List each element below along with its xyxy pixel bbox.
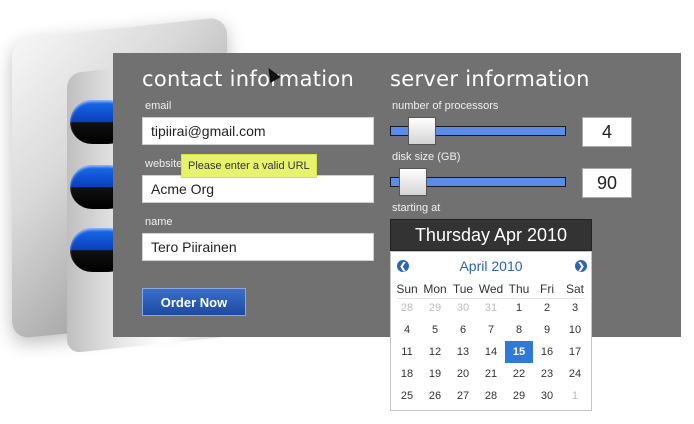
calendar-day[interactable]: 28 [477,385,505,407]
calendar-day[interactable]: 23 [533,363,561,385]
email-label: email [145,100,172,112]
calendar-day[interactable]: 30 [533,385,561,407]
calendar-grid: Sun Mon Tue Wed Thu Fri Sat 28 29 30 31 1 2 3 4 5 6 7 8 9 10… [393,281,589,407]
processors-label: number of processors [392,100,499,112]
calendar-day[interactable]: 14 [477,341,505,363]
calendar-day[interactable]: 6 [449,319,477,341]
website-field[interactable]: Acme Org [142,175,374,203]
processors-value[interactable]: 4 [582,117,632,147]
calendar-day[interactable]: 2 [533,297,561,319]
calendar-day[interactable]: 26 [421,385,449,407]
calendar-day[interactable]: 13 [449,341,477,363]
calendar-day[interactable]: 4 [393,319,421,341]
validation-tooltip: Please enter a valid URL [181,154,317,178]
calendar-day[interactable]: 9 [533,319,561,341]
calendar-day[interactable]: 28 [393,297,421,319]
disk-size-value[interactable]: 90 [582,168,632,198]
name-field[interactable]: Tero Piirainen [142,233,374,261]
calendar-day[interactable]: 5 [421,319,449,341]
calendar-day[interactable]: 8 [505,319,533,341]
calendar-day[interactable]: 11 [393,341,421,363]
start-date-input[interactable]: Thursday Apr 2010 [390,219,592,251]
calendar-day[interactable]: 3 [561,297,589,319]
chevron-right-icon[interactable]: ❯ [575,260,587,272]
calendar-day[interactable]: 1 [505,297,533,319]
calendar-day[interactable]: 22 [505,363,533,385]
calendar-day[interactable]: 12 [421,341,449,363]
calendar-weekday: Sun [396,282,418,296]
calendar-day[interactable]: 10 [561,319,589,341]
website-label: website [145,158,183,170]
calendar-day[interactable]: 21 [477,363,505,385]
calendar-day[interactable]: 16 [533,341,561,363]
calendar-weekday: Fri [540,282,554,296]
email-field[interactable]: tipiirai@gmail.com [142,117,374,145]
calendar-weekday: Sat [565,282,584,296]
calendar-day[interactable]: 17 [561,341,589,363]
calendar-day[interactable]: 19 [421,363,449,385]
contact-section-title: contact information [142,67,355,91]
disk-size-label: disk size (GB) [392,151,461,163]
order-now-button[interactable]: Order Now [142,288,246,316]
calendar-weekday: Mon [423,282,447,296]
calendar-month-label: April 2010 [459,258,523,274]
calendar-day[interactable]: 18 [393,363,421,385]
processors-slider-handle[interactable] [407,117,436,145]
starting-at-label: starting at [392,202,441,214]
disk-slider-handle[interactable] [398,168,427,196]
calendar-day[interactable]: 27 [449,385,477,407]
calendar-popup: ❮ April 2010 ❯ Sun Mon Tue Wed Thu Fri Sat 28 29… [390,251,592,411]
calendar-day[interactable]: 31 [477,297,505,319]
calendar-day[interactable]: 29 [505,385,533,407]
calendar-day[interactable]: 25 [393,385,421,407]
calendar-day[interactable]: 15 [505,341,533,363]
calendar-day[interactable]: 30 [449,297,477,319]
calendar-day[interactable]: 20 [449,363,477,385]
calendar-day[interactable]: 24 [561,363,589,385]
calendar-weekday: Wed [478,282,504,296]
server-section-title: server information [390,67,590,91]
name-label: name [145,216,173,228]
calendar-day[interactable]: 29 [421,297,449,319]
calendar-day[interactable]: 7 [477,319,505,341]
calendar-weekday: Thu [508,282,530,296]
calendar-weekday: Tue [452,282,474,296]
calendar-day[interactable]: 1 [561,385,589,407]
